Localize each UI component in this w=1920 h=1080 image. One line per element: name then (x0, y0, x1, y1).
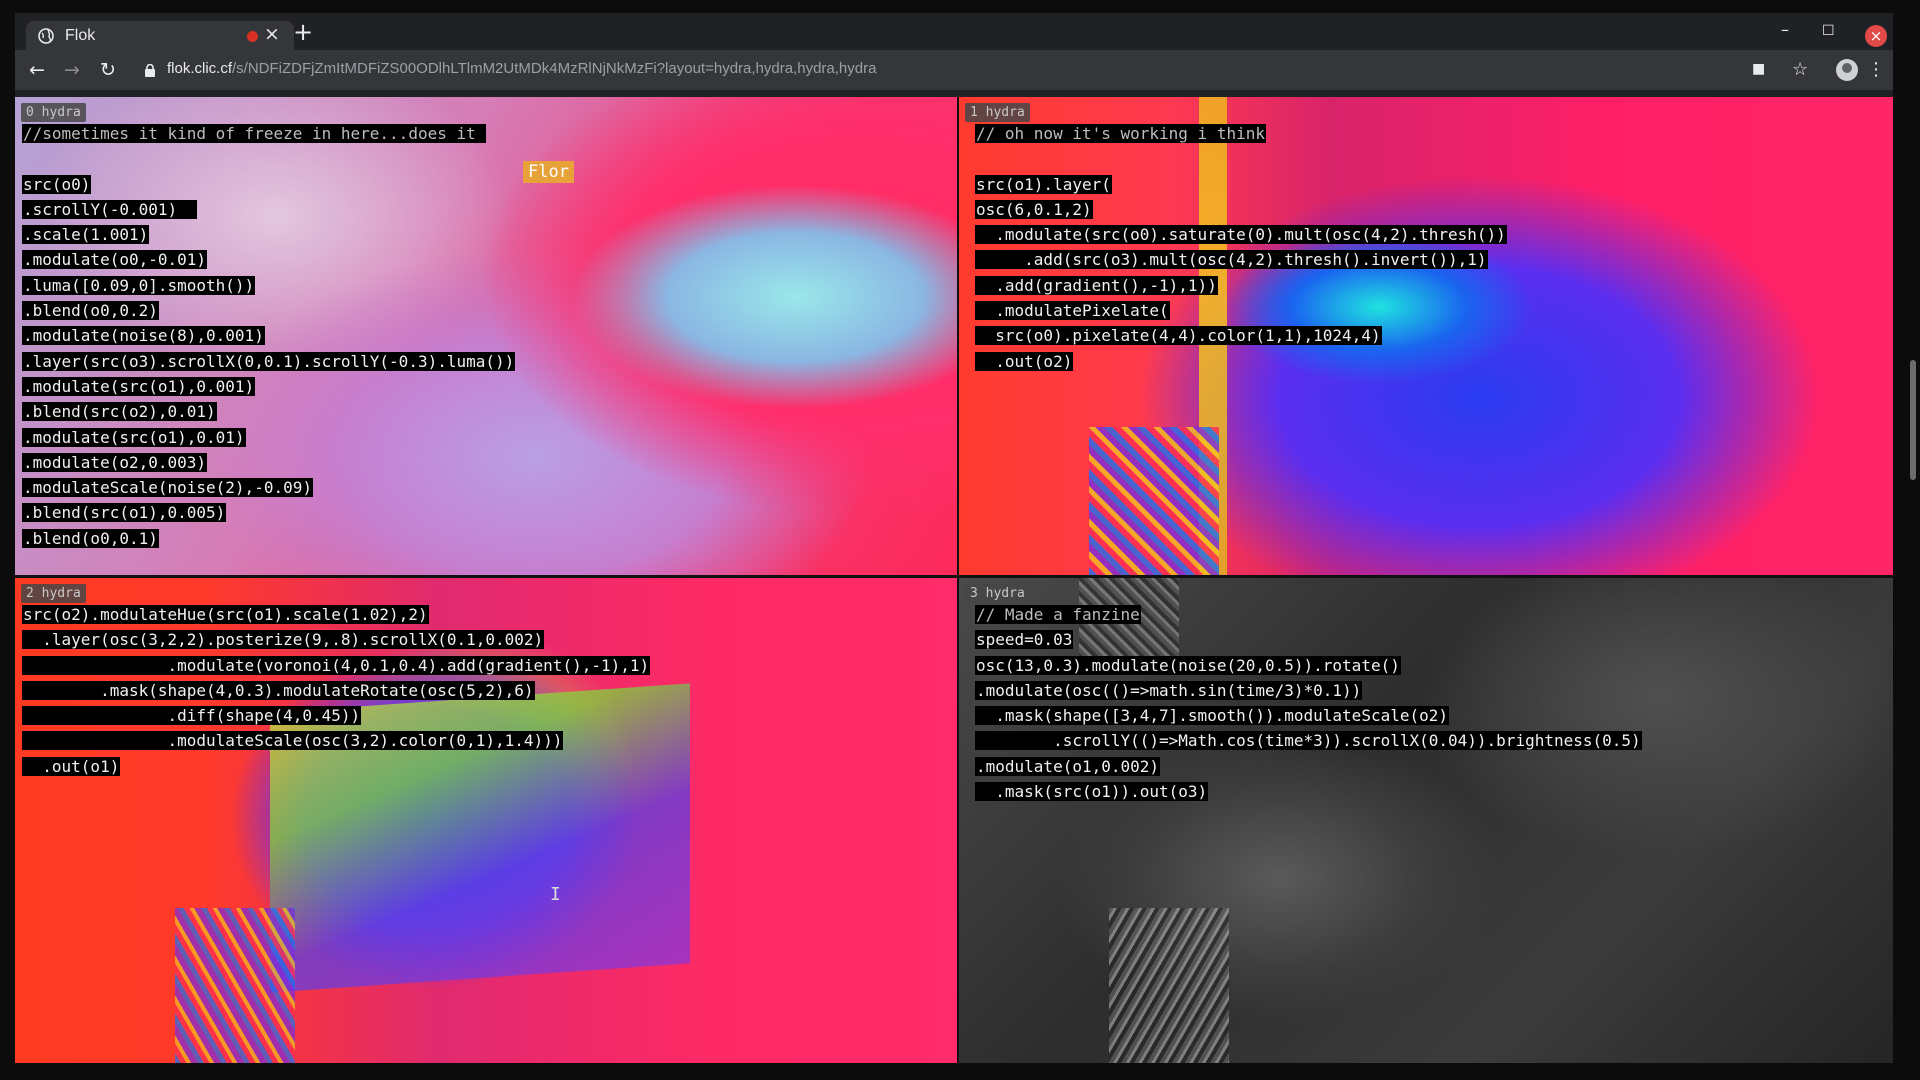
code-line: .mask(shape([3,4,7].smooth()).modulateSc… (975, 706, 1450, 726)
code-line: .add(gradient(),-1),1)) (975, 275, 1218, 295)
new-tab-button[interactable]: + (293, 18, 313, 46)
hydra-pane-0[interactable]: 0 hydra //sometimes it kind of freeze in… (15, 97, 957, 575)
pane-label: 3 hydra (965, 584, 1030, 603)
code-line: .modulate(src(o1),0.01) (22, 427, 246, 447)
camera-icon[interactable]: ■ (1752, 61, 1765, 77)
browser-menu-icon[interactable]: ⋮ (1867, 59, 1885, 80)
hydra-pane-2[interactable]: 2 hydra src(o2).modulateHue(src(o1).scal… (15, 578, 957, 1063)
code-line: .layer(osc(3,2,2).posterize(9,.8).scroll… (22, 630, 545, 650)
code-line: .modulateScale(osc(3,2).color(0,1),1.4))… (22, 731, 564, 751)
code-line: osc(13,0.3).modulate(noise(20,0.5)).rota… (975, 655, 1401, 675)
back-button[interactable]: ← (29, 59, 45, 81)
tab-title: Flok (65, 27, 96, 44)
code-line: .modulate(noise(8),0.001) (22, 326, 265, 346)
code-editor[interactable]: // Made a fanzine speed=0.03 osc(13,0.3)… (975, 602, 1642, 804)
forward-button[interactable]: → (64, 59, 80, 81)
code-line: .luma([0.09,0].smooth()) (22, 275, 256, 295)
visual-noise (175, 908, 295, 1063)
code-line: .mask(shape(4,0.3).modulateRotate(osc(5,… (22, 680, 535, 700)
code-line: .modulate(voronoi(4,0.1,0.4).add(gradien… (22, 655, 651, 675)
code-line: .blend(o0,0.1) (22, 528, 159, 548)
maximize-button[interactable]: ☐ (1822, 23, 1835, 39)
reload-button[interactable]: ↻ (100, 59, 116, 81)
flok-editor-grid: 0 hydra //sometimes it kind of freeze in… (15, 97, 1893, 1063)
bookmark-star-icon[interactable]: ☆ (1792, 59, 1808, 80)
visual-noise (1109, 908, 1229, 1063)
tab-close-icon[interactable]: × (264, 23, 280, 45)
code-line: // oh now it's working i think (975, 124, 1266, 143)
code-line: .modulate(src(o1),0.001) (22, 376, 256, 396)
browser-toolbar: ← → ↻ flok.clic.cf/s/NDFiZDFjZmItMDFiZS0… (15, 50, 1893, 90)
code-line: src(o2).modulateHue(src(o1).scale(1.02),… (22, 605, 429, 624)
code-editor[interactable]: src(o2).modulateHue(src(o1).scale(1.02),… (22, 602, 651, 779)
code-line: .modulate(o0,-0.01) (22, 250, 208, 270)
globe-icon (38, 28, 54, 44)
tab-strip: Flok × + – ☐ × (15, 13, 1893, 50)
code-line: .diff(shape(4,0.45)) (22, 706, 362, 726)
url-path: /s/NDFiZDFjZmItMDFiZS00ODlhLTlmM2UtMDk4M… (232, 60, 877, 77)
code-line: .out(o1) (22, 756, 121, 776)
profile-avatar[interactable] (1836, 59, 1858, 81)
hydra-pane-3[interactable]: 3 hydra // Made a fanzine speed=0.03 osc… (959, 578, 1893, 1063)
url-host: flok.clic.cf (167, 60, 233, 77)
code-line: src(o0) (22, 174, 92, 194)
recording-indicator-icon (247, 31, 258, 42)
code-line: .scale(1.001) (22, 225, 150, 245)
code-editor[interactable]: //sometimes it kind of freeze in here...… (22, 121, 516, 551)
address-bar[interactable]: flok.clic.cf/s/NDFiZDFjZmItMDFiZS00ODlhL… (167, 60, 876, 77)
browser-window: Flok × + – ☐ × ← → ↻ flok.clic.cf/s/NDFi… (15, 13, 1893, 1063)
hydra-pane-1[interactable]: 1 hydra // oh now it's working i think s… (959, 97, 1893, 575)
code-line: // Made a fanzine (975, 605, 1141, 624)
code-line: speed=0.03 (975, 630, 1074, 650)
code-line: .modulatePixelate( (975, 301, 1170, 321)
remote-cursor-label: Flor (523, 161, 574, 183)
code-line: //sometimes it kind of freeze in here...… (22, 124, 487, 143)
code-line: .modulate(o1,0.002) (975, 756, 1161, 776)
code-line: src(o0).pixelate(4,4).color(1,1),1024,4) (975, 326, 1382, 346)
code-line: .blend(src(o2),0.01) (22, 402, 217, 422)
visual-noise (1089, 427, 1219, 575)
text-cursor-icon: I (550, 884, 561, 905)
lock-icon (145, 64, 155, 77)
code-line: .out(o2) (975, 351, 1074, 371)
pane-label: 2 hydra (21, 584, 86, 603)
code-editor[interactable]: // oh now it's working i think src(o1).l… (975, 121, 1507, 374)
code-line: .modulate(src(o0).saturate(0).mult(osc(4… (975, 225, 1507, 245)
minimize-button[interactable]: – (1781, 20, 1789, 39)
code-line: .add(src(o3).mult(osc(4,2).thresh().inve… (975, 250, 1488, 270)
code-line: .modulate(osc(()=>math.sin(time/3)*0.1)) (975, 680, 1363, 700)
code-line: .layer(src(o3).scrollX(0,0.1).scrollY(-0… (22, 351, 516, 371)
code-line: .modulate(o2,0.003) (22, 452, 208, 472)
side-scrollbar[interactable] (1910, 360, 1916, 480)
code-line: .modulateScale(noise(2),-0.09) (22, 478, 313, 498)
window-close-button[interactable]: × (1865, 25, 1887, 47)
pane-label: 1 hydra (965, 103, 1030, 122)
code-line: .blend(src(o1),0.005) (22, 503, 227, 523)
code-line: osc(6,0.1,2) (975, 199, 1093, 219)
code-line: .scrollY(()=>Math.cos(time*3)).scrollX(0… (975, 731, 1642, 751)
code-line: src(o1).layer( (975, 174, 1112, 194)
code-line: .scrollY(-0.001) (22, 199, 198, 219)
code-line: .mask(src(o1)).out(o3) (975, 782, 1209, 802)
code-line: .blend(o0,0.2) (22, 301, 159, 321)
tab-flok[interactable]: Flok × (26, 21, 294, 50)
pane-label: 0 hydra (21, 103, 86, 122)
